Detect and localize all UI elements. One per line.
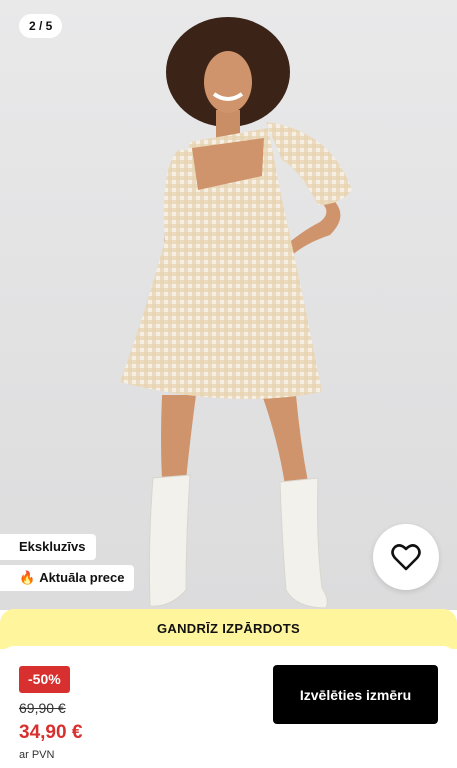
exclusive-badge-label: Ekskluzīvs [19,539,86,554]
exclusive-badge: Ekskluzīvs [0,534,96,560]
model-illustration [120,17,352,609]
old-price: 69,90 € [19,700,66,716]
vat-note: ar PVN [19,749,55,761]
favorite-button[interactable] [373,524,439,590]
low-stock-banner: GANDRĪZ IZPĀRDOTS [0,609,457,649]
hot-item-badge: 🔥 Aktuāla prece [0,565,135,591]
sale-price: 34,90 € [19,722,83,743]
heart-icon [391,544,421,571]
product-image[interactable] [0,0,457,610]
image-counter: 2 / 5 [19,14,63,38]
discount-badge: -50% [19,666,70,693]
hot-item-badge-label: Aktuāla prece [39,570,125,585]
fire-icon: 🔥 [19,570,36,585]
select-size-button[interactable]: Izvēlēties izmēru [273,665,438,724]
